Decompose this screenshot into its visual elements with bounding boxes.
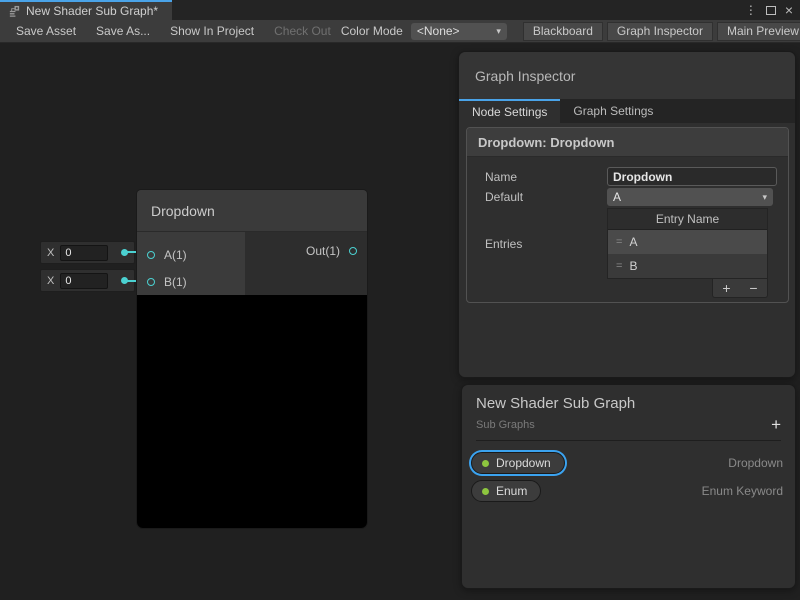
blackboard-toggle-button[interactable]: Blackboard bbox=[523, 22, 603, 41]
property-dot-icon bbox=[482, 488, 489, 495]
document-tab[interactable]: New Shader Sub Graph* bbox=[0, 0, 172, 20]
node-title-bar[interactable]: Dropdown bbox=[137, 190, 367, 232]
graph-inspector-header[interactable]: Graph Inspector bbox=[459, 52, 795, 99]
output-port-row: Out(1) bbox=[245, 244, 367, 258]
section-title-bar: Dropdown: Dropdown bbox=[467, 128, 788, 157]
entries-list-header: Entry Name bbox=[608, 209, 767, 230]
remove-entry-button[interactable]: − bbox=[749, 281, 757, 295]
node-preview bbox=[137, 295, 367, 528]
chevron-down-icon: ▾ bbox=[762, 192, 767, 203]
tab-node-settings[interactable]: Node Settings bbox=[459, 99, 560, 123]
input-port-b-label: B(1) bbox=[164, 275, 187, 289]
property-pill-label: Dropdown bbox=[496, 456, 551, 470]
name-input[interactable] bbox=[607, 167, 777, 186]
save-as-button[interactable]: Save As... bbox=[86, 24, 160, 38]
default-label: Default bbox=[485, 190, 607, 204]
color-mode-value: <None> bbox=[417, 24, 460, 38]
main-preview-toggle-button[interactable]: Main Preview bbox=[717, 22, 800, 41]
blackboard-rows: Dropdown Dropdown Enum Enum Keyword bbox=[462, 441, 795, 505]
dropdown-settings-section: Dropdown: Dropdown Name Default A ▾ Entr… bbox=[466, 127, 789, 303]
graph-inspector-toggle-button[interactable]: Graph Inspector bbox=[607, 22, 713, 41]
color-mode-dropdown[interactable]: <None> ▾ bbox=[411, 23, 507, 40]
entry-value: B bbox=[629, 259, 637, 273]
node-body: A(1) B(1) Out(1) bbox=[137, 232, 367, 295]
graph-inspector-panel: Graph Inspector Node Settings Graph Sett… bbox=[458, 51, 796, 378]
shader-graph-toolbar: Save Asset Save As... Show In Project Ch… bbox=[0, 20, 800, 43]
inspector-tab-strip: Node Settings Graph Settings bbox=[459, 99, 795, 123]
save-asset-button[interactable]: Save Asset bbox=[6, 24, 86, 38]
drag-handle-icon[interactable]: = bbox=[616, 236, 621, 248]
default-property-row: Default A ▾ bbox=[485, 188, 773, 206]
node-title: Dropdown bbox=[151, 203, 215, 219]
entries-property-row: Entries Entry Name = A = B bbox=[485, 208, 773, 279]
section-rows: Name Default A ▾ Entries Entry Name = bbox=[467, 157, 788, 298]
input-a-number-field[interactable] bbox=[60, 245, 108, 261]
entry-row-a[interactable]: = A bbox=[608, 230, 767, 254]
blackboard-subtitle-row: Sub Graphs + bbox=[476, 419, 781, 441]
entries-list-footer: + − bbox=[712, 279, 768, 298]
add-property-button[interactable]: + bbox=[771, 419, 781, 431]
blackboard-row-dropdown: Dropdown Dropdown bbox=[471, 449, 783, 477]
check-out-button: Check Out bbox=[264, 24, 341, 38]
node-output-section: Out(1) bbox=[245, 232, 367, 295]
blackboard-subtitle: Sub Graphs bbox=[476, 419, 535, 431]
entries-list: Entry Name = A = B bbox=[607, 208, 768, 279]
property-pill-label: Enum bbox=[496, 484, 527, 498]
entry-value: A bbox=[629, 235, 637, 249]
drag-handle-icon[interactable]: = bbox=[616, 260, 621, 272]
input-port-a-label: A(1) bbox=[164, 248, 187, 262]
entries-label: Entries bbox=[485, 237, 607, 251]
chevron-down-icon: ▾ bbox=[496, 26, 501, 37]
node-input-section: A(1) B(1) bbox=[137, 232, 245, 295]
show-in-project-button[interactable]: Show In Project bbox=[160, 24, 264, 38]
close-icon[interactable]: × bbox=[785, 5, 793, 15]
property-pill-dropdown[interactable]: Dropdown bbox=[471, 452, 565, 474]
property-pill-enum[interactable]: Enum bbox=[471, 480, 541, 502]
property-type-label: Enum Keyword bbox=[702, 484, 783, 498]
tab-graph-settings[interactable]: Graph Settings bbox=[560, 99, 666, 123]
name-label: Name bbox=[485, 170, 607, 184]
tab-graph-settings-label: Graph Settings bbox=[573, 104, 653, 118]
document-tab-title: New Shader Sub Graph* bbox=[26, 4, 158, 18]
window-tab-bar: New Shader Sub Graph* ⋮ × bbox=[0, 0, 800, 20]
input-a-value-widget: X bbox=[40, 241, 135, 264]
input-port-row-a: A(1) bbox=[137, 241, 245, 268]
graph-inspector-title: Graph Inspector bbox=[475, 68, 575, 84]
blackboard-panel: New Shader Sub Graph Sub Graphs + Dropdo… bbox=[461, 384, 796, 589]
blackboard-row-enum: Enum Enum Keyword bbox=[471, 477, 783, 505]
blackboard-title: New Shader Sub Graph bbox=[476, 395, 781, 412]
default-value: A bbox=[613, 190, 621, 204]
axis-x-label: X bbox=[47, 247, 54, 259]
tab-node-settings-label: Node Settings bbox=[472, 105, 547, 119]
add-entry-button[interactable]: + bbox=[722, 281, 730, 295]
output-port-icon[interactable] bbox=[349, 247, 357, 255]
property-type-label: Dropdown bbox=[728, 456, 783, 470]
input-port-a-icon[interactable] bbox=[147, 251, 155, 259]
output-port-label: Out(1) bbox=[306, 244, 340, 258]
input-port-b-icon[interactable] bbox=[147, 278, 155, 286]
window-controls: ⋮ × bbox=[745, 0, 800, 20]
input-b-number-field[interactable] bbox=[60, 273, 108, 289]
window-menu-icon[interactable]: ⋮ bbox=[745, 3, 757, 17]
axis-x-label: X bbox=[47, 275, 54, 287]
shader-graph-icon bbox=[8, 5, 21, 18]
toolbar-right-group: Color Mode <None> ▾ Blackboard Graph Ins… bbox=[341, 22, 800, 41]
maximize-icon[interactable] bbox=[766, 6, 776, 15]
entry-name-column-header: Entry Name bbox=[656, 212, 719, 226]
name-property-row: Name bbox=[485, 167, 773, 186]
blackboard-header[interactable]: New Shader Sub Graph Sub Graphs + bbox=[462, 385, 795, 441]
input-port-row-b: B(1) bbox=[137, 268, 245, 295]
property-dot-icon bbox=[482, 460, 489, 467]
color-mode-label: Color Mode bbox=[341, 24, 403, 38]
input-b-value-widget: X bbox=[40, 269, 135, 292]
dropdown-node[interactable]: Dropdown A(1) B(1) Out(1) bbox=[137, 190, 367, 528]
default-dropdown[interactable]: A ▾ bbox=[607, 188, 773, 206]
section-title: Dropdown: Dropdown bbox=[478, 135, 614, 150]
entry-row-b[interactable]: = B bbox=[608, 254, 767, 278]
